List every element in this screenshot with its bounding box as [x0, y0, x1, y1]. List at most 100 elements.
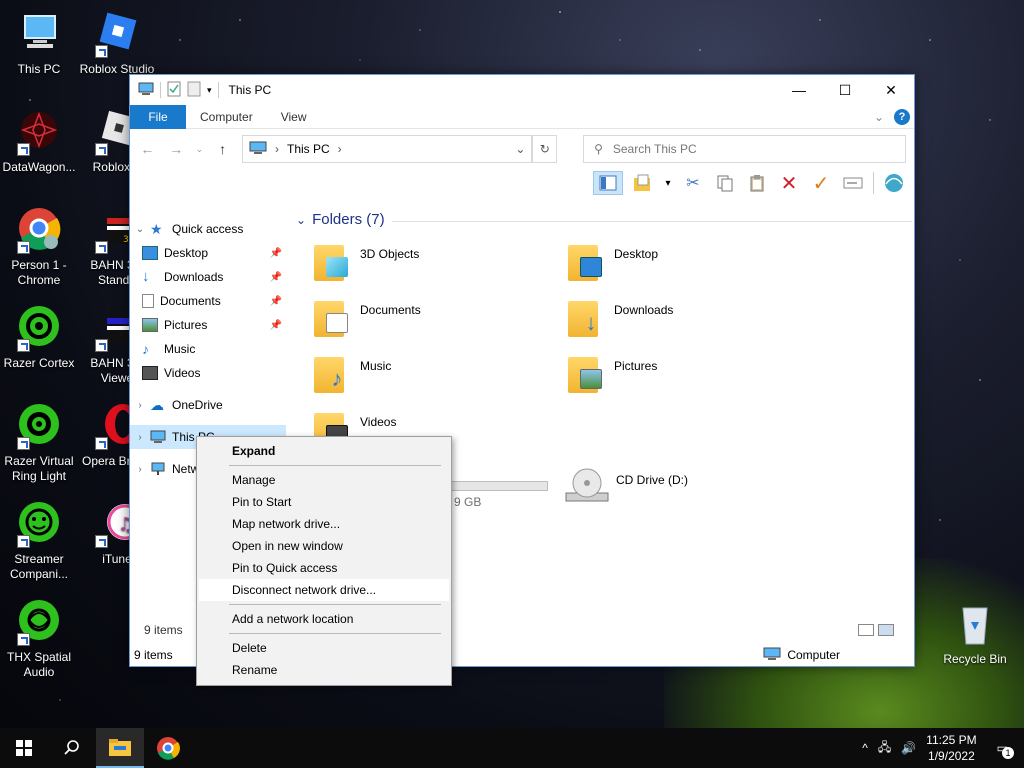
network-icon[interactable]: 🖧 — [878, 738, 891, 759]
address-dropdown-icon[interactable]: ⌄ — [515, 142, 525, 156]
menu-item-pin-to-start[interactable]: Pin to Start — [199, 491, 449, 513]
razer-cortex-icon — [15, 304, 63, 352]
desktop-icon-recycle-bin[interactable]: Recycle Bin — [935, 600, 1015, 667]
refresh-button[interactable]: ↻ — [532, 135, 558, 163]
this-pc-small-icon — [138, 82, 154, 99]
breadcrumb-separator-icon[interactable]: › — [338, 142, 342, 156]
drive-cd[interactable]: CD Drive (D:) — [564, 467, 688, 507]
cloud-icon: ☁ — [150, 397, 164, 413]
desktop-icon-razer-ring-light[interactable]: Razer Virtual Ring Light — [0, 402, 79, 484]
paste-icon[interactable] — [745, 171, 769, 195]
desktop-icon-roblox-studio[interactable]: Roblox Studio — [77, 10, 157, 77]
rename-icon[interactable] — [841, 171, 865, 195]
tab-file[interactable]: File — [130, 104, 186, 129]
nav-quick-access[interactable]: ⌄ ★ Quick access — [130, 217, 286, 241]
chevron-right-icon[interactable]: › — [130, 400, 150, 411]
breadcrumb-separator-icon[interactable]: › — [275, 142, 279, 156]
menu-item-delete[interactable]: Delete — [199, 637, 449, 659]
window-title: This PC — [228, 83, 272, 97]
shell-icon[interactable] — [882, 171, 906, 195]
taskbar-chrome[interactable] — [144, 728, 192, 768]
this-pc-small-icon — [763, 647, 781, 664]
nav-item-pictures[interactable]: Pictures 📌 — [130, 313, 286, 337]
minimize-button[interactable]: — — [776, 75, 822, 105]
desktop-icon-thx[interactable]: THX Spatial Audio — [0, 598, 79, 680]
folder-desktop[interactable]: Desktop — [566, 239, 816, 289]
nav-item-documents[interactable]: Documents 📌 — [130, 289, 286, 313]
clock[interactable]: 11:25 PM 1/9/2022 — [926, 732, 976, 764]
large-icons-view-icon[interactable] — [878, 624, 894, 636]
customize-qat-icon[interactable]: ▾ — [207, 85, 212, 96]
delete-icon[interactable]: ✕ — [777, 171, 801, 195]
menu-item-rename[interactable]: Rename — [199, 659, 449, 681]
search-button[interactable] — [48, 728, 96, 768]
desktop-icon-streamer-companion[interactable]: Streamer Compani... — [0, 500, 79, 582]
menu-item-open-new-window[interactable]: Open in new window — [199, 535, 449, 557]
tab-view[interactable]: View — [267, 110, 321, 124]
properties-check-icon[interactable]: ✓ — [809, 171, 833, 195]
help-icon[interactable]: ? — [894, 108, 910, 125]
tab-computer[interactable]: Computer — [186, 110, 267, 124]
nav-label: Videos — [164, 366, 201, 380]
breadcrumb-this-pc[interactable]: This PC — [287, 142, 330, 156]
nav-item-videos[interactable]: Videos — [130, 361, 286, 385]
chevron-right-icon[interactable]: › — [130, 464, 150, 475]
pictures-folder-icon — [566, 351, 610, 395]
cut-icon[interactable]: ✂ — [681, 171, 705, 195]
menu-item-add-network-location[interactable]: Add a network location — [199, 608, 449, 630]
desktop-icon-datawagon[interactable]: DataWagon... — [0, 108, 79, 175]
folders-group-header[interactable]: ⌄ Folders (7) — [296, 211, 912, 228]
menu-item-disconnect-network-drive[interactable]: Disconnect network drive... — [199, 579, 449, 601]
up-arrow-icon[interactable]: ↑ — [213, 141, 232, 157]
address-bar[interactable]: › This PC › ⌄ — [241, 135, 533, 163]
clock-time: 11:25 PM — [926, 733, 977, 747]
drive-capacity-bar — [446, 481, 548, 491]
chevron-right-icon[interactable]: › — [130, 432, 150, 443]
folder-3d-objects[interactable]: 3D Objects — [312, 239, 562, 289]
taskbar-file-explorer[interactable] — [96, 728, 144, 768]
nav-item-desktop[interactable]: Desktop 📌 — [130, 241, 286, 265]
menu-item-map-network-drive[interactable]: Map network drive... — [199, 513, 449, 535]
file-explorer-icon — [109, 739, 131, 756]
desktop-icon-this-pc[interactable]: This PC — [0, 10, 79, 77]
chevron-up-icon[interactable]: ^ — [862, 741, 868, 755]
menu-item-expand[interactable]: Expand — [199, 440, 449, 462]
preview-pane-button[interactable] — [593, 171, 623, 195]
menu-item-pin-quick-access[interactable]: Pin to Quick access — [199, 557, 449, 579]
folders-header-label: Folders (7) — [312, 211, 385, 228]
drive-free-space: 9 GB — [454, 495, 482, 509]
nav-item-downloads[interactable]: ↓ Downloads 📌 — [130, 265, 286, 289]
maximize-button[interactable]: ☐ — [822, 75, 868, 105]
menu-item-manage[interactable]: Manage — [199, 469, 449, 491]
desktop-icon-razer-cortex[interactable]: Razer Cortex — [0, 304, 79, 371]
search-input[interactable]: ⚲ Search This PC — [583, 135, 907, 163]
expand-ribbon-icon[interactable]: ⌄ — [874, 110, 884, 124]
notification-count-badge: 1 — [1002, 747, 1014, 759]
start-button[interactable] — [0, 728, 48, 768]
new-folder-icon[interactable] — [187, 81, 201, 100]
taskbar: ^ 🖧 🔊 11:25 PM 1/9/2022 ▭ 1 — [0, 728, 1024, 768]
volume-icon[interactable]: 🔊 — [901, 741, 916, 755]
item-count: 9 items — [134, 648, 173, 662]
folder-downloads[interactable]: ↓ Downloads — [566, 295, 816, 345]
nav-onedrive[interactable]: › ☁ OneDrive — [130, 393, 286, 417]
chevron-down-icon[interactable]: ⌄ — [130, 224, 150, 235]
dropdown-arrow-icon[interactable]: ▾ — [663, 171, 673, 195]
details-view-icon[interactable] — [858, 624, 874, 636]
new-folder-button[interactable] — [631, 171, 655, 195]
copy-icon[interactable] — [713, 171, 737, 195]
back-arrow-icon[interactable]: ← — [138, 141, 157, 157]
folder-pictures[interactable]: Pictures — [566, 351, 816, 401]
forward-arrow-icon[interactable]: → — [167, 141, 186, 157]
documents-folder-icon — [312, 295, 356, 339]
recent-locations-icon[interactable]: ⌄ — [196, 144, 204, 155]
notification-center-icon[interactable]: ▭ 1 — [987, 741, 1018, 759]
close-button[interactable]: ✕ — [868, 75, 914, 105]
properties-icon[interactable] — [167, 81, 181, 100]
desktop-icon-chrome[interactable]: Person 1 - Chrome — [0, 206, 79, 288]
folder-music[interactable]: ♪ Music — [312, 351, 562, 401]
status-location: Computer — [787, 648, 840, 662]
nav-item-music[interactable]: ♪ Music — [130, 337, 286, 361]
folder-documents[interactable]: Documents — [312, 295, 562, 345]
recycle-bin-icon — [951, 600, 999, 648]
